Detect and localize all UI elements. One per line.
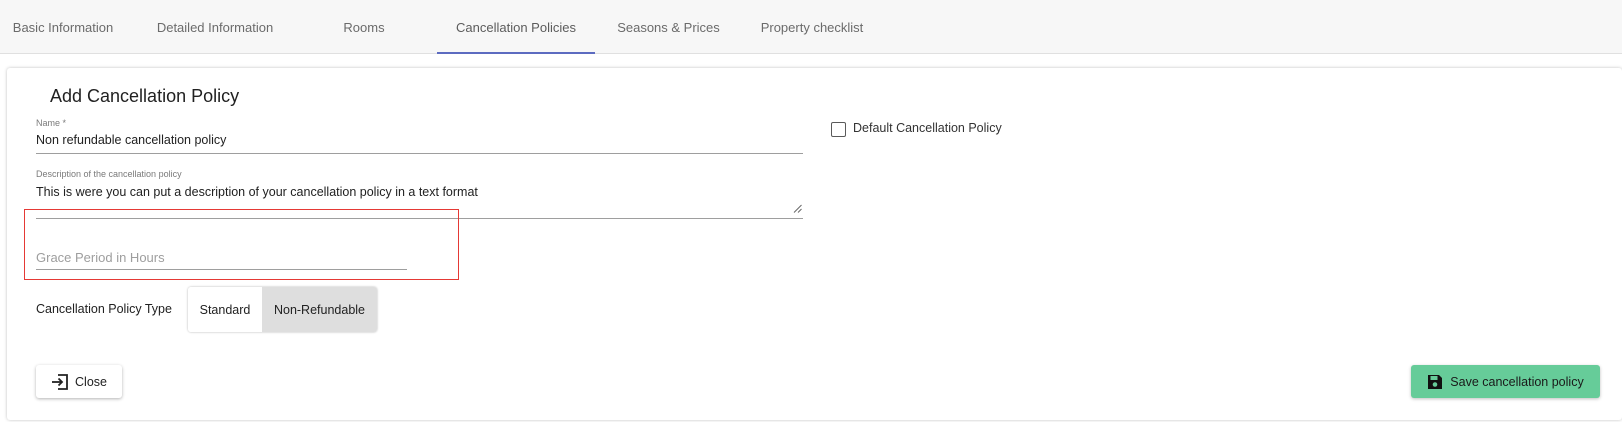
policy-type-toggle: Standard Non-Refundable	[188, 287, 377, 332]
tab-detailed-information[interactable]: Detailed Information	[126, 0, 304, 54]
grace-period-input[interactable]: Grace Period in Hours	[36, 250, 165, 265]
grace-period-underline	[36, 269, 407, 270]
name-field-label: Name *	[36, 118, 67, 128]
tab-bar: Basic Information Detailed Information R…	[0, 0, 1622, 54]
close-button[interactable]: Close	[36, 365, 122, 398]
name-field[interactable]: Non refundable cancellation policy	[36, 133, 226, 147]
exit-arrow-icon	[51, 373, 69, 390]
tab-basic-information[interactable]: Basic Information	[0, 0, 126, 54]
policy-type-label: Cancellation Policy Type	[36, 302, 172, 316]
save-button-label: Save cancellation policy	[1450, 374, 1584, 389]
form-title: Add Cancellation Policy	[50, 86, 240, 106]
tab-property-checklist[interactable]: Property checklist	[755, 0, 869, 54]
description-field-label: Description of the cancellation policy	[36, 169, 182, 179]
close-button-label: Close	[75, 374, 107, 389]
save-policy-button[interactable]: Save cancellation policy	[1411, 365, 1600, 398]
name-field-underline	[36, 153, 803, 154]
default-policy-checkbox[interactable]	[831, 122, 846, 137]
description-field[interactable]: This is were you can put a description o…	[36, 185, 478, 199]
toggle-non-refundable[interactable]: Non-Refundable	[262, 287, 377, 332]
tab-seasons-prices[interactable]: Seasons & Prices	[608, 0, 729, 54]
toggle-standard[interactable]: Standard	[188, 287, 262, 332]
default-policy-label: Default Cancellation Policy	[853, 121, 1002, 135]
resize-handle-icon[interactable]	[793, 204, 802, 213]
tab-cancellation-policies[interactable]: Cancellation Policies	[437, 0, 595, 54]
tab-rooms[interactable]: Rooms	[304, 0, 424, 54]
floppy-disk-icon	[1427, 374, 1443, 390]
